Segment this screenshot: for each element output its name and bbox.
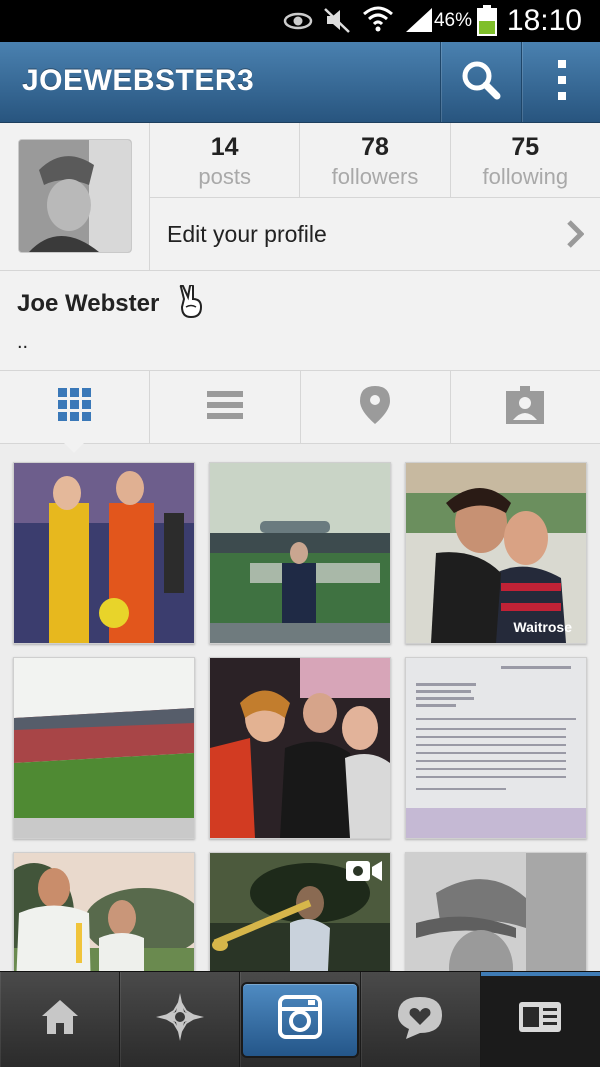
search-icon [459, 58, 503, 107]
chevron-right-icon [566, 220, 585, 253]
photo-thumbnail[interactable] [209, 462, 391, 644]
edit-profile-button[interactable]: Edit your profile [150, 198, 600, 270]
tagged-user-icon [506, 385, 545, 429]
status-time: 18:10 [506, 4, 582, 37]
nav-explore[interactable] [120, 972, 241, 1067]
photo-thumbnail[interactable] [209, 852, 391, 971]
photo-thumbnail[interactable]: Waitrose [405, 462, 587, 644]
photo-grid: Waitrose [0, 444, 600, 971]
followers-label: followers [331, 164, 419, 189]
overflow-menu-icon [556, 59, 568, 105]
profile-bio-section: Joe Webster .. [0, 271, 600, 371]
profile-view-tabs [0, 371, 600, 444]
list-icon [206, 389, 243, 426]
nav-activity[interactable] [361, 972, 481, 1067]
app-header: JOEWEBSTER3 [0, 42, 600, 123]
peace-sign-icon [177, 284, 205, 324]
search-button[interactable] [440, 42, 521, 122]
photo-thumbnail[interactable] [13, 462, 195, 644]
photo-thumbnail[interactable] [405, 852, 587, 971]
shirt-sponsor-text: Waitrose [513, 619, 572, 635]
profile-bio: .. [17, 331, 29, 353]
edit-profile-label: Edit your profile [167, 221, 327, 247]
avatar[interactable] [18, 139, 132, 253]
home-icon [40, 998, 80, 1041]
following-label: following [482, 164, 569, 189]
status-bar: 46% 18:10 [0, 0, 600, 42]
mute-icon [322, 6, 352, 39]
grid-icon [57, 387, 92, 427]
camera-button[interactable] [241, 981, 359, 1058]
posts-count: 14 [210, 133, 239, 161]
tab-grid[interactable] [0, 371, 151, 443]
posts-label: posts [198, 164, 251, 189]
wifi-icon [362, 4, 394, 39]
photo-thumbnail[interactable] [13, 657, 195, 839]
battery-icon [476, 5, 498, 42]
camera-icon [278, 995, 322, 1044]
signal-icon [404, 6, 434, 39]
bottom-navigation [0, 971, 600, 1067]
profile-card-icon [518, 1001, 562, 1038]
video-camera-icon [346, 859, 382, 888]
tab-map[interactable] [301, 371, 451, 443]
following-count: 75 [511, 133, 540, 161]
tab-tagged[interactable] [451, 371, 600, 443]
following-stat[interactable]: 75 following [451, 123, 600, 197]
username-title: JOEWEBSTER3 [22, 64, 255, 97]
eye-icon [283, 10, 313, 37]
activity-heart-bubble-icon [396, 995, 444, 1044]
profile-name: Joe Webster [17, 290, 160, 317]
photo-thumbnail[interactable] [405, 657, 587, 839]
nav-camera[interactable] [240, 972, 361, 1067]
battery-percent: 46% [433, 10, 472, 31]
avatar-cell [0, 123, 150, 270]
photo-thumbnail[interactable] [209, 657, 391, 839]
posts-stat[interactable]: 14 posts [150, 123, 301, 197]
explore-star-icon [155, 993, 204, 1046]
overflow-menu-button[interactable] [521, 42, 600, 122]
location-pin-icon [360, 385, 391, 429]
followers-stat[interactable]: 78 followers [300, 123, 451, 197]
photo-thumbnail[interactable] [13, 852, 195, 971]
profile-summary: 14 posts 78 followers 75 following Edit … [0, 123, 600, 271]
nav-home[interactable] [0, 972, 121, 1067]
stats-row: 14 posts 78 followers 75 following [150, 123, 600, 198]
tab-list[interactable] [150, 371, 301, 443]
nav-profile[interactable] [480, 972, 600, 1067]
followers-count: 78 [361, 133, 389, 161]
